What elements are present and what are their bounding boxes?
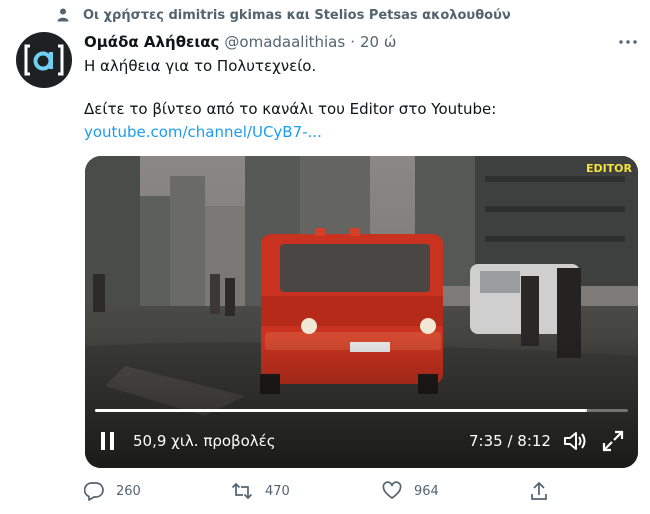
more-options-button[interactable] — [616, 32, 640, 52]
tweet-timestamp[interactable]: 20 ώ — [360, 33, 396, 51]
reply-button[interactable]: 260 — [84, 481, 141, 501]
video-progress-fill — [95, 409, 588, 412]
fullscreen-icon — [602, 430, 624, 452]
like-count: 964 — [414, 483, 439, 499]
heart-icon — [382, 481, 402, 499]
tweet-text-line-1: Η αλήθεια για το Πολυτεχνείο. — [84, 57, 317, 75]
retweet-count: 470 — [265, 483, 290, 499]
tweet-actions: 260 470 964 — [84, 481, 554, 503]
person-icon — [57, 8, 69, 22]
separator-dot: · — [350, 33, 355, 51]
video-timecode: 7:35 / 8:12 — [469, 432, 551, 450]
editor-watermark: EDITOR — [585, 162, 632, 175]
volume-icon — [564, 432, 586, 450]
pause-button[interactable] — [99, 431, 117, 455]
avatar[interactable] — [16, 32, 72, 88]
video-controls: 50,9 χιλ. προβολές 7:35 / 8:12 — [85, 418, 638, 468]
retweet-button[interactable]: 470 — [231, 481, 290, 501]
youtube-link[interactable]: youtube.com/channel/UCyB7-... — [84, 122, 322, 142]
share-button[interactable] — [530, 481, 548, 501]
like-button[interactable]: 964 — [382, 481, 439, 501]
author-handle[interactable]: @omadaalithias — [224, 33, 345, 51]
video-progress-bar[interactable] — [95, 409, 628, 412]
social-context-text[interactable]: Οι χρήστες dimitris gkimas και Stelios P… — [83, 8, 511, 23]
retweet-icon — [231, 482, 253, 500]
fullscreen-button[interactable] — [602, 430, 624, 456]
share-icon — [531, 481, 547, 500]
tweet-text-line-2: Δείτε το βίντεο από το κανάλι του Editor… — [84, 100, 497, 118]
view-count: 50,9 χιλ. προβολές — [133, 432, 276, 450]
reply-icon — [84, 482, 104, 501]
mute-button[interactable] — [563, 430, 587, 456]
more-horizontal-icon — [619, 40, 637, 44]
video-player[interactable]: EDITOR 50,9 χιλ. προβολές 7:35 / 8:12 — [85, 156, 638, 468]
author-name[interactable]: Ομάδα Αλήθειας — [84, 33, 219, 51]
brand-logo-icon — [24, 44, 64, 76]
tweet-header: Ομάδα Αλήθειας @omadaalithias · 20 ώ — [84, 33, 396, 51]
pause-icon — [101, 432, 114, 450]
reply-count: 260 — [116, 483, 141, 499]
